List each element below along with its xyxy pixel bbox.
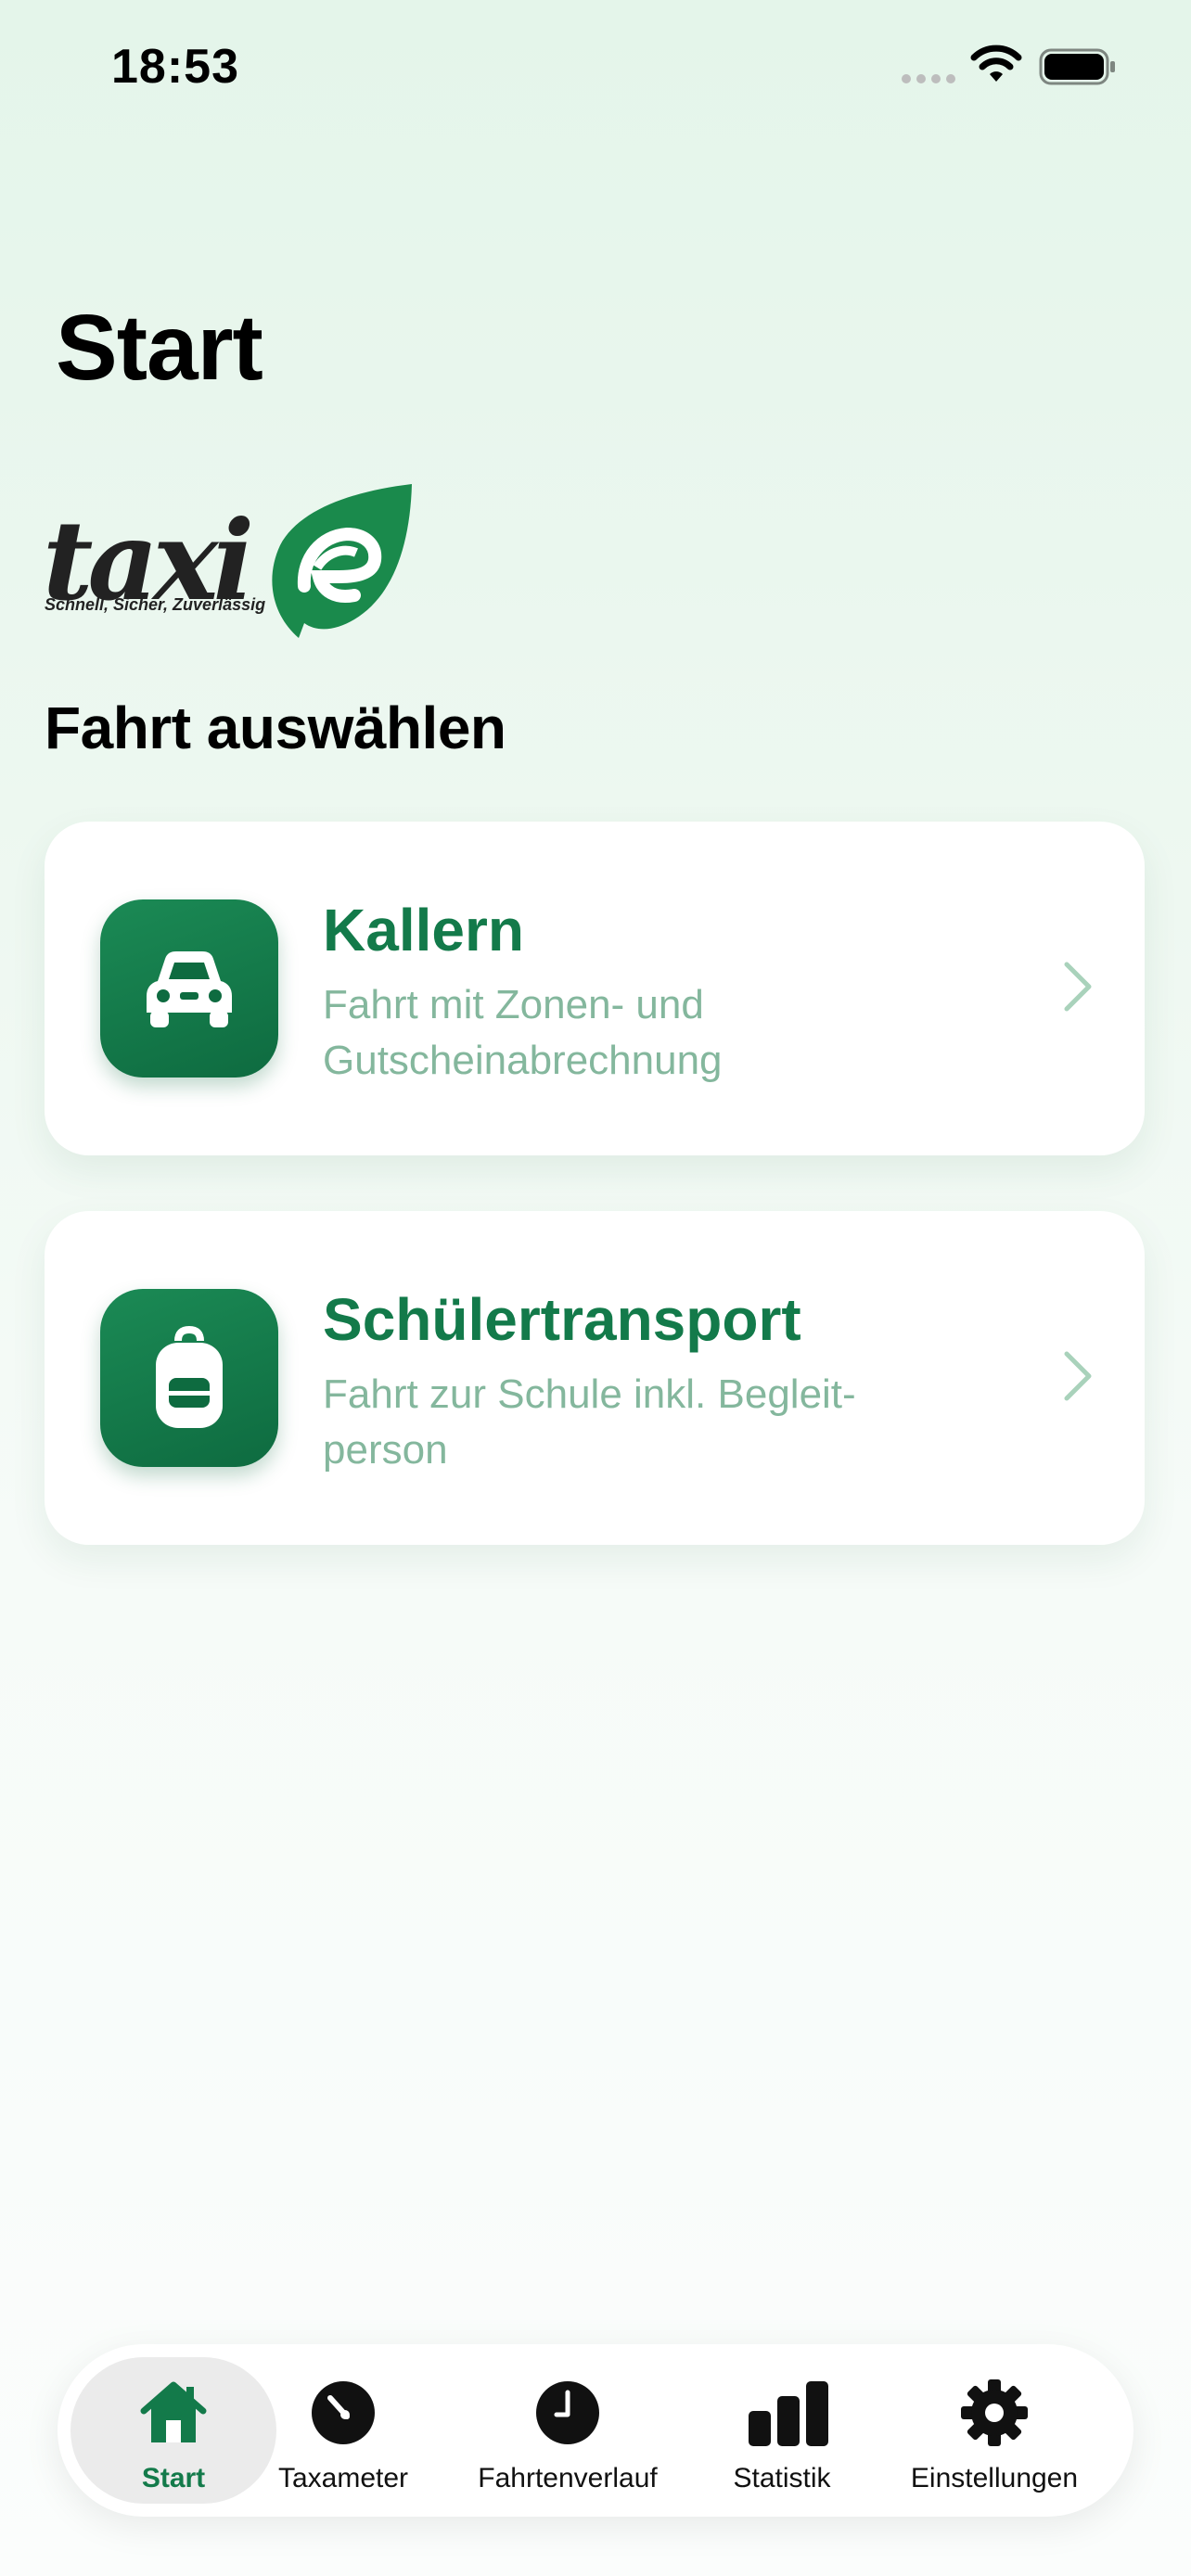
tab-statistik[interactable]: Statistik	[712, 2344, 852, 2517]
card-icon-container	[100, 899, 278, 1078]
chevron-right-icon	[1064, 962, 1092, 1012]
tab-label: Statistik	[733, 2463, 831, 2493]
chevron-right-icon	[1064, 1351, 1092, 1401]
tab-taxameter[interactable]: Taxameter	[276, 2344, 410, 2517]
house-icon	[140, 2381, 207, 2442]
tab-label: Einstellungen	[910, 2463, 1079, 2493]
cellular-signal-icon	[902, 74, 955, 83]
ride-option-schuelertransport[interactable]: Schülertransport Fahrt zur Schule inkl. …	[45, 1211, 1145, 1545]
car-icon	[147, 951, 232, 1027]
bar-chart-icon	[749, 2381, 828, 2446]
logo-tagline: Schnell, Sicher, Zuverlässig	[45, 595, 266, 614]
card-subtitle: Fahrt zur Schule inkl. Begleit-person	[323, 1371, 856, 1473]
taxie-logo: taxi Schnell, Sicher, Zuverlässig	[43, 484, 412, 642]
battery-icon	[1039, 48, 1115, 85]
tab-label: Taxameter	[277, 2463, 409, 2493]
card-title: Kallern	[323, 897, 524, 963]
ride-option-kallern[interactable]: Kallern Fahrt mit Zonen- und Gutscheinabr…	[45, 822, 1145, 1155]
tab-start[interactable]: Start	[70, 2344, 276, 2517]
gear-icon	[961, 2379, 1028, 2446]
tab-einstellungen[interactable]: Einstellungen	[885, 2344, 1104, 2517]
tab-fahrtenverlauf[interactable]: Fahrtenverlauf	[456, 2344, 679, 2517]
status-time: 18:53	[111, 40, 239, 94]
tab-label: Fahrtenverlauf	[478, 2463, 658, 2493]
clock-icon	[536, 2381, 599, 2444]
tab-bar: Start Taxameter Fahrtenverlauf Statistik	[58, 2344, 1133, 2517]
card-icon-container	[100, 1289, 278, 1467]
backpack-icon	[156, 1325, 223, 1428]
section-heading: Fahrt auswählen	[45, 695, 506, 761]
card-title: Schülertransport	[323, 1286, 801, 1353]
wifi-icon	[970, 45, 1022, 82]
status-bar: 18:53	[0, 0, 1191, 139]
tab-label: Start	[141, 2463, 206, 2493]
card-subtitle: Fahrt mit Zonen- und Gutscheinabrechnung	[323, 982, 723, 1083]
logo-leaf-icon	[272, 484, 412, 638]
page-title: Start	[56, 296, 263, 400]
gauge-icon	[312, 2381, 375, 2444]
